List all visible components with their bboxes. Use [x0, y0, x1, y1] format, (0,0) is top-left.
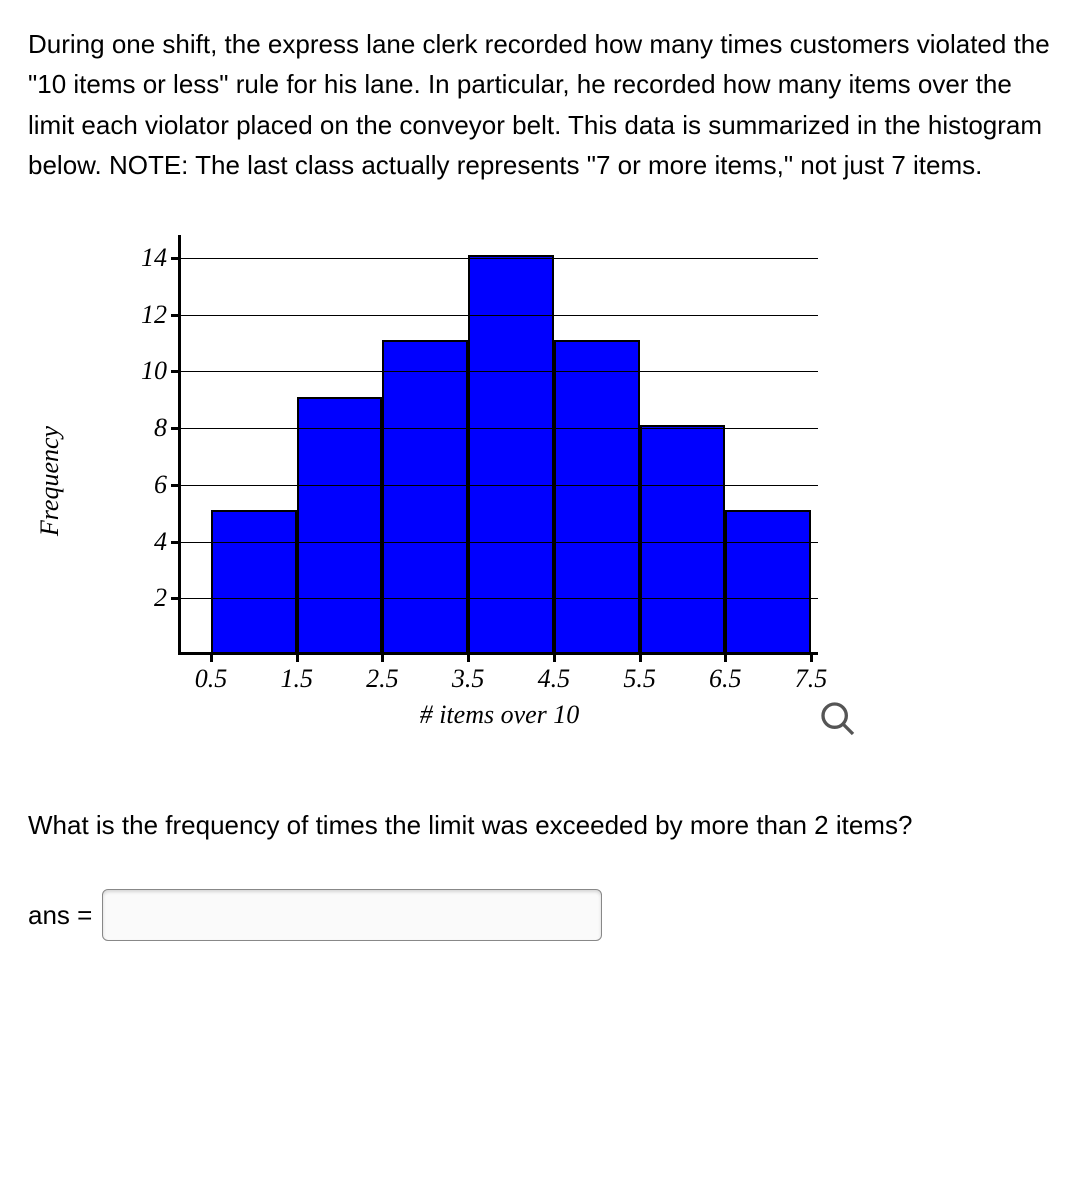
x-tick-label: 1.5 [280, 664, 313, 694]
histogram-bar [640, 425, 726, 652]
x-tick [210, 652, 213, 662]
y-tick [171, 257, 181, 260]
y-tick-label: 4 [154, 527, 167, 557]
grid-line [181, 542, 818, 543]
x-tick-label: 0.5 [195, 664, 228, 694]
y-tick [171, 427, 181, 430]
grid-line [181, 598, 818, 599]
x-tick-label: 7.5 [795, 664, 828, 694]
x-tick [467, 652, 470, 662]
histogram-chart: Frequency # items over 10 24681012140.51… [68, 225, 888, 755]
x-tick [381, 652, 384, 662]
histogram-bar [211, 510, 297, 652]
histogram-bar [382, 340, 468, 652]
x-tick [724, 652, 727, 662]
x-tick [296, 652, 299, 662]
magnify-icon[interactable] [818, 699, 858, 746]
question-text: What is the frequency of times the limit… [28, 805, 1055, 845]
x-tick-label: 3.5 [452, 664, 485, 694]
y-tick [171, 484, 181, 487]
y-tick-label: 10 [141, 356, 167, 386]
x-axis-label: # items over 10 [420, 700, 580, 730]
answer-row: ans = [28, 889, 1055, 941]
y-tick-label: 2 [154, 583, 167, 613]
x-tick [553, 652, 556, 662]
answer-input[interactable] [102, 889, 602, 941]
x-tick [810, 652, 813, 662]
chart-plot-area: # items over 10 24681012140.51.52.53.54.… [178, 235, 818, 655]
answer-label: ans = [28, 900, 92, 931]
histogram-bar [725, 510, 811, 652]
y-tick-label: 12 [141, 300, 167, 330]
x-tick-label: 2.5 [366, 664, 399, 694]
y-tick [171, 541, 181, 544]
grid-line [181, 315, 818, 316]
x-tick-label: 5.5 [623, 664, 656, 694]
histogram-bar [554, 340, 640, 652]
y-tick-label: 14 [141, 243, 167, 273]
y-tick-label: 8 [154, 413, 167, 443]
y-tick [171, 597, 181, 600]
grid-line [181, 258, 818, 259]
y-tick [171, 314, 181, 317]
grid-line [181, 371, 818, 372]
x-tick-label: 6.5 [709, 664, 742, 694]
y-tick-label: 6 [154, 470, 167, 500]
grid-line [181, 428, 818, 429]
y-axis-label: Frequency [35, 426, 65, 536]
x-tick-label: 4.5 [538, 664, 571, 694]
chart-bars [181, 235, 818, 652]
y-tick [171, 370, 181, 373]
problem-statement: During one shift, the express lane clerk… [28, 24, 1055, 185]
grid-line [181, 485, 818, 486]
histogram-bar [297, 397, 383, 652]
x-tick [639, 652, 642, 662]
